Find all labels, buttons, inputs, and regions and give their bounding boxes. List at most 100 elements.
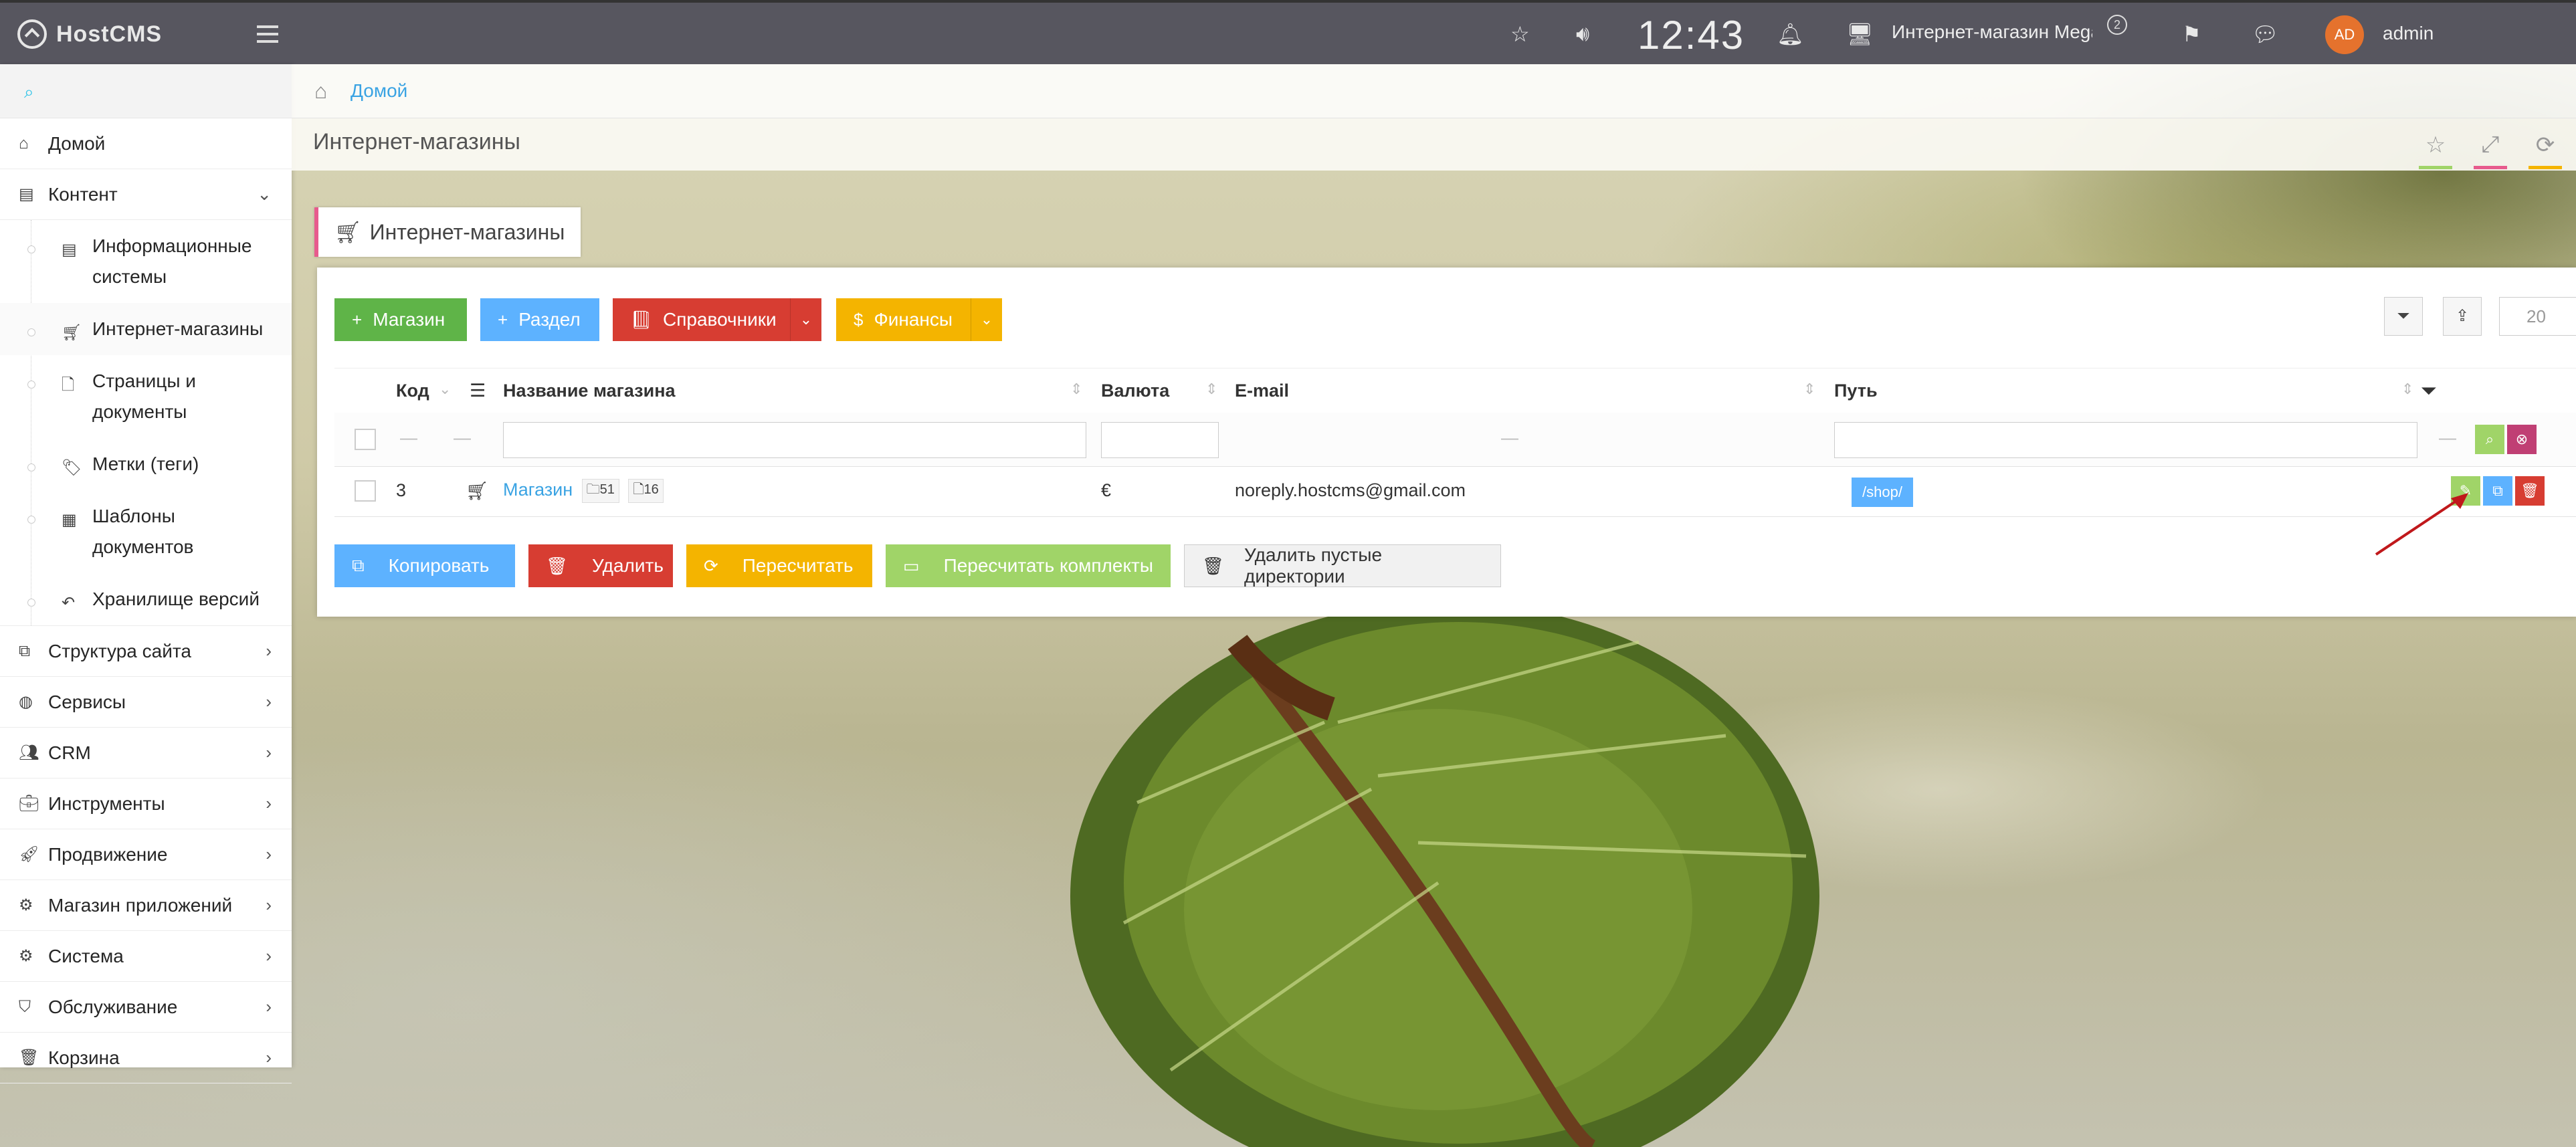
- chevron-down-icon[interactable]: ⌄: [790, 298, 821, 341]
- references-button[interactable]: 📕︎ Справочники ⌄: [613, 298, 821, 341]
- home-icon[interactable]: ⌂: [314, 79, 327, 104]
- sidebar-subitem-infosystems[interactable]: ▤ Информационные системы: [0, 220, 292, 303]
- dirs-count: 51: [599, 482, 615, 497]
- recount-button[interactable]: ⟳ Пересчитать: [686, 544, 872, 587]
- gear-icon: ⚙: [19, 947, 33, 965]
- sidebar: ⌕ ⌂ Домой ▤ Контент ⌄ ▤ Информационные с…: [0, 64, 292, 1083]
- breadcrumb-home-link[interactable]: Домой: [351, 80, 407, 102]
- sidebar-item-structure[interactable]: ⧉ Структура сайта ›: [0, 626, 292, 677]
- cart-icon: 🛒︎: [334, 220, 362, 244]
- shop-name-link[interactable]: Магазин: [503, 480, 573, 500]
- copy-row-button[interactable]: ⧉: [2483, 476, 2512, 506]
- sidebar-item-label: Домой: [48, 132, 106, 154]
- trash-icon: 🗑︎: [2520, 482, 2539, 499]
- current-site-name[interactable]: Интернет-магазин Mega: [1892, 21, 2092, 43]
- bell-icon[interactable]: 🔔︎: [1777, 21, 1804, 47]
- plus-icon: +: [352, 309, 363, 330]
- filter-currency-input[interactable]: [1101, 422, 1219, 458]
- folder-icon: 🗀︎: [586, 482, 600, 497]
- sidebar-item-tools[interactable]: 💼︎ Инструменты ›: [0, 778, 292, 829]
- close-icon: ⊗: [2515, 431, 2529, 447]
- avatar[interactable]: AD: [2325, 15, 2364, 54]
- sort-icon[interactable]: ⇕: [2401, 381, 2413, 398]
- column-header-id[interactable]: Код: [396, 381, 429, 401]
- logo[interactable]: HostCMS: [17, 17, 162, 51]
- copy-label: Копировать: [388, 555, 490, 576]
- archive-icon: ▭: [903, 555, 920, 576]
- sidebar-item-maintenance[interactable]: ⛉ Обслуживание ›: [0, 982, 292, 1033]
- column-header-email[interactable]: E-mail: [1235, 381, 1289, 401]
- sidebar-subitem-pages[interactable]: 🗋︎ Страницы и документы: [0, 355, 292, 438]
- column-header-name[interactable]: Название магазина: [503, 381, 676, 401]
- sidebar-subitem-shops[interactable]: 🛒︎ Интернет-магазины: [0, 303, 292, 355]
- add-shop-button[interactable]: + Магазин: [334, 298, 467, 341]
- sidebar-item-app-store[interactable]: ⚙ Магазин приложений ›: [0, 880, 292, 931]
- apply-filter-button[interactable]: ⌕: [2475, 425, 2504, 454]
- dollar-icon: $: [854, 309, 864, 330]
- sidebar-item-label: Обслуживание: [48, 996, 178, 1017]
- chat-icon[interactable]: 💬︎: [2252, 21, 2279, 47]
- export-button[interactable]: ⇪: [2443, 297, 2482, 336]
- delete-button[interactable]: 🗑︎ Удалить: [528, 544, 673, 587]
- star-icon[interactable]: ☆: [2419, 132, 2452, 169]
- sidebar-item-system[interactable]: ⚙ Система ›: [0, 931, 292, 982]
- sort-icon[interactable]: ⇕: [1205, 381, 1217, 398]
- sidebar-subitem-templates[interactable]: ▦ Шаблоны документов: [0, 490, 292, 573]
- volume-icon[interactable]: 🔊︎: [1576, 21, 1589, 47]
- sidebar-item-label: документы: [92, 401, 187, 422]
- column-header-currency[interactable]: Валюта: [1101, 381, 1169, 401]
- filter-toggle-button[interactable]: ⏷: [2384, 297, 2423, 336]
- select-all-checkbox[interactable]: [355, 429, 376, 450]
- sort-desc-icon[interactable]: ⌄: [439, 381, 451, 398]
- breadcrumb: ⌂ Домой: [292, 64, 2576, 118]
- sidebar-item-crm[interactable]: 👥︎ CRM ›: [0, 728, 292, 778]
- sidebar-item-promotion[interactable]: 🚀︎ Продвижение ›: [0, 829, 292, 880]
- filter-icon[interactable]: ⏷: [2421, 381, 2436, 402]
- finance-button[interactable]: $ Финансы ⌄: [836, 298, 1002, 341]
- sort-icon[interactable]: ⇕: [1070, 381, 1082, 398]
- delete-empty-dirs-button[interactable]: 🗑︎ Удалить пустые директории: [1184, 544, 1501, 587]
- search-icon[interactable]: ⌕: [24, 82, 34, 103]
- menu-toggle-icon[interactable]: [257, 25, 278, 47]
- copy-button[interactable]: ⧉ Копировать: [334, 544, 515, 587]
- shield-icon: ⛉: [19, 997, 31, 1016]
- chevron-down-icon[interactable]: ⌄: [971, 298, 1002, 341]
- column-header-path[interactable]: Путь: [1834, 381, 1878, 401]
- refresh-icon: ⟳: [704, 555, 718, 576]
- sidebar-subitem-tags[interactable]: 🏷︎ Метки (теги): [0, 438, 292, 490]
- refresh-icon[interactable]: ⟳: [2529, 132, 2562, 169]
- logo-text: HostCMS: [56, 21, 163, 47]
- row-path-badge[interactable]: /shop/: [1852, 478, 1913, 507]
- sidebar-item-trash[interactable]: 🗑︎ Корзина ›: [0, 1033, 292, 1083]
- clear-filter-button[interactable]: ⊗: [2507, 425, 2537, 454]
- sort-icon[interactable]: ⇕: [1803, 381, 1815, 398]
- filter-name-input[interactable]: [503, 422, 1086, 458]
- sidebar-item-content[interactable]: ▤ Контент ⌄: [0, 169, 292, 220]
- page-size-input[interactable]: 20: [2499, 297, 2576, 336]
- flag-icon[interactable]: ⚑: [2182, 21, 2201, 47]
- username[interactable]: admin: [2383, 23, 2434, 44]
- add-section-label: Раздел: [518, 309, 581, 330]
- add-section-button[interactable]: + Раздел: [480, 298, 599, 341]
- filter-icon: ⏷: [2397, 307, 2410, 325]
- sidebar-subitem-versions[interactable]: ↶ Хранилище версий: [0, 573, 292, 625]
- filter-email-dash: —: [1501, 427, 1518, 447]
- sidebar-item-label: Структура сайта: [48, 640, 191, 661]
- fullscreen-icon[interactable]: ⤢: [2474, 132, 2507, 169]
- sidebar-item-services[interactable]: ◍ Сервисы ›: [0, 677, 292, 728]
- list-icon: ☰: [470, 381, 486, 401]
- row-checkbox[interactable]: [355, 480, 376, 502]
- trash-icon: 🗑︎: [1202, 555, 1225, 576]
- sidebar-item-label: Метки (теги): [92, 453, 199, 474]
- sidebar-search[interactable]: ⌕: [0, 64, 292, 118]
- star-icon[interactable]: ☆: [1510, 21, 1530, 47]
- cart-icon: 🛒︎: [62, 324, 82, 342]
- page-header: Интернет-магазины ☆ ⤢ ⟳: [292, 118, 2576, 171]
- filter-path-input[interactable]: [1834, 422, 2417, 458]
- tags-icon: 🏷︎: [62, 459, 82, 477]
- sidebar-item-home[interactable]: ⌂ Домой: [0, 118, 292, 169]
- delete-row-button[interactable]: 🗑︎: [2515, 476, 2545, 506]
- recount-sets-button[interactable]: ▭ Пересчитать комплекты: [886, 544, 1171, 587]
- newspaper-icon: ▤: [62, 241, 77, 259]
- monitor-icon[interactable]: 🖥︎: [1846, 21, 1874, 47]
